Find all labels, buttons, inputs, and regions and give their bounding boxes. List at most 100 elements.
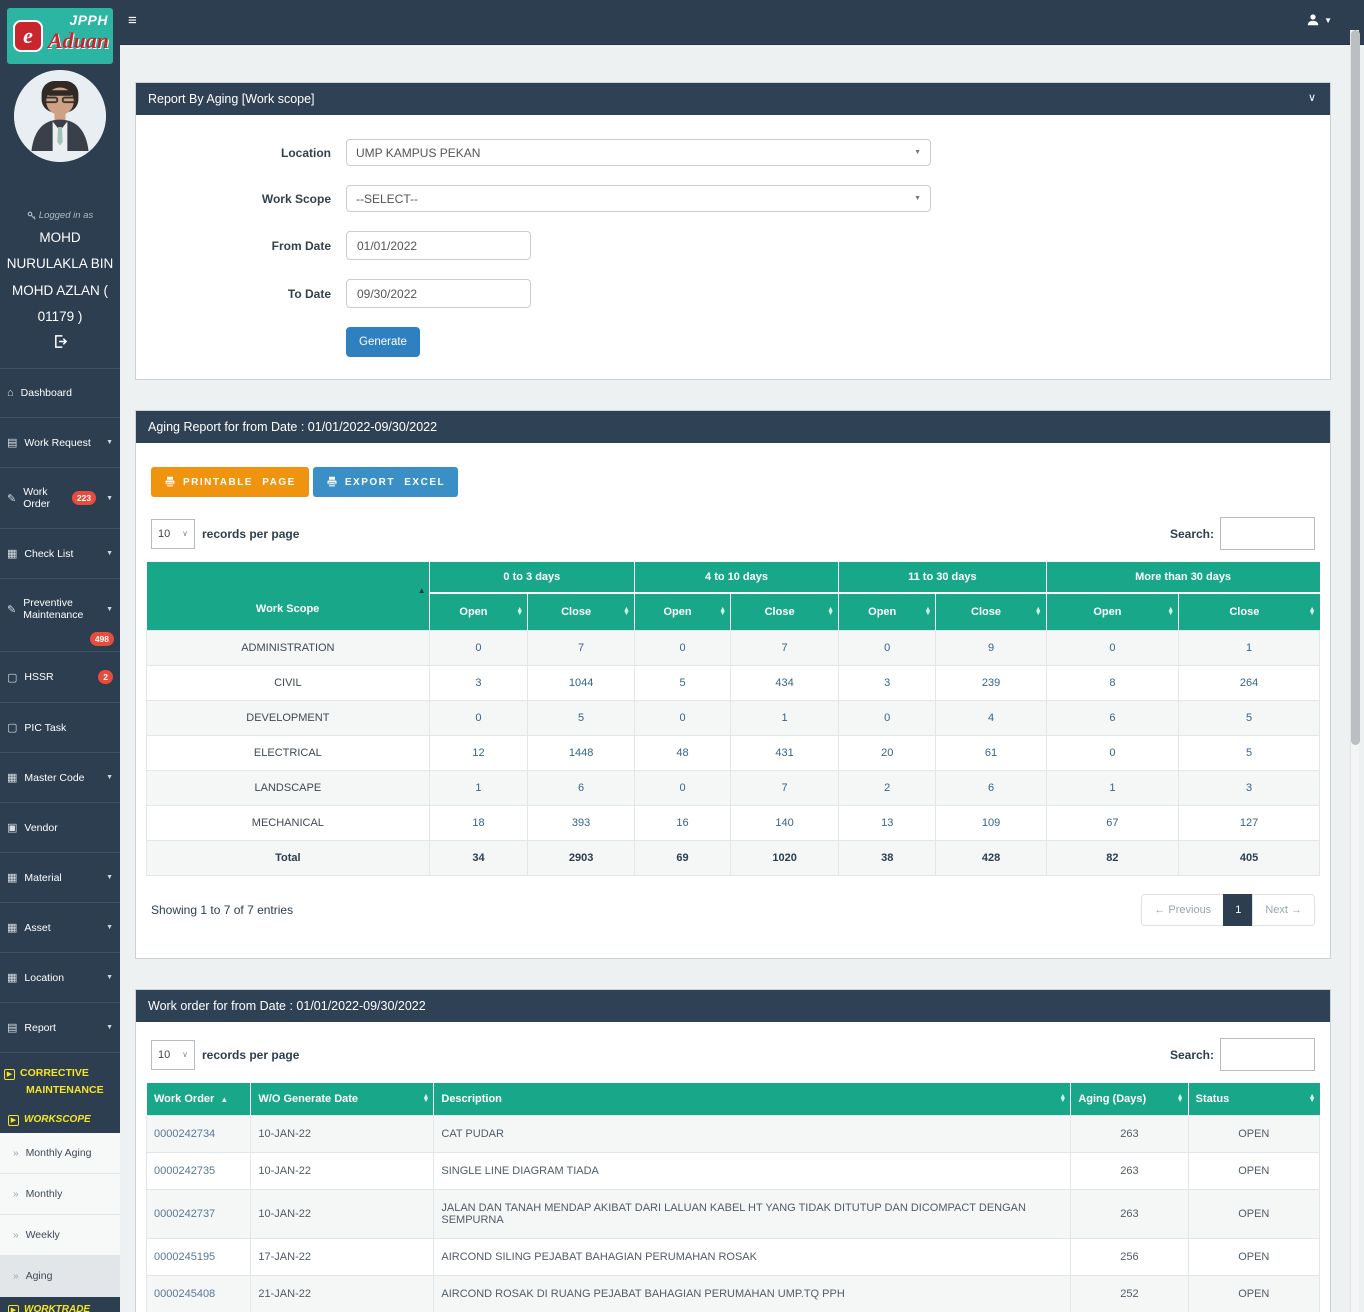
workscope-select[interactable]: --SELECT-- ▼ <box>346 185 931 212</box>
sidebar-item-dashboard[interactable]: ⌂ Dashboard <box>0 369 120 419</box>
description-cell: AIRCOND ROSAK DI RUANG PEJABAT BAHAGIAN … <box>433 1275 1072 1312</box>
edit-icon: ✎ <box>7 603 17 616</box>
value-cell: 5 <box>1178 735 1320 771</box>
column-header-status[interactable]: Status ▲ ▼ <box>1187 1083 1320 1116</box>
scrollbar-track[interactable] <box>1350 30 1360 1312</box>
collapse-icon[interactable]: ∨ <box>1308 91 1316 104</box>
sidebar-subitem-workscope-monthly-aging[interactable]: » Monthly Aging <box>0 1132 120 1174</box>
column-header-close[interactable]: Close ▲ ▼ <box>1178 593 1320 631</box>
chevron-down-icon: ▼ <box>106 439 113 447</box>
value-cell: 1 <box>428 770 529 806</box>
generate-date-cell: 10-JAN-22 <box>250 1115 435 1153</box>
aging-days-cell: 263 <box>1070 1152 1189 1190</box>
column-header-work-scope[interactable]: Work Scope ▲ <box>146 562 430 631</box>
workorder-search-input[interactable] <box>1220 1038 1315 1071</box>
value-cell: 1044 <box>527 665 635 701</box>
sidebar-item-label: Preventive Maintenance <box>23 597 84 622</box>
column-header-description[interactable]: Description ▲ ▼ <box>433 1083 1071 1116</box>
description-cell: CAT PUDAR <box>433 1115 1072 1153</box>
sidebar-item-hssr[interactable]: ▢ HSSR 2 <box>0 652 120 704</box>
work-order-link[interactable]: 0000242735 <box>145 1152 252 1190</box>
sidebar-group-label: WORKSCOPE <box>24 1113 91 1125</box>
column-header-close[interactable]: Close ▲ ▼ <box>935 593 1047 631</box>
aging-panel-title: Aging Report for from Date : 01/01/2022-… <box>148 420 438 434</box>
sidebar-item-preventive-maintenance[interactable]: ✎ Preventive Maintenance ▼ 498 <box>0 579 120 653</box>
aging-table-row: ADMINISTRATION 0 7 0 7 0 9 0 1 <box>146 630 1320 666</box>
location-select[interactable]: UMP KAMPUS PEKAN ▼ <box>346 139 931 166</box>
sidebar-subitem-workscope-aging[interactable]: » Aging <box>0 1255 120 1297</box>
value-cell: 428 <box>935 840 1047 876</box>
sidebar-subitem-workscope-monthly[interactable]: » Monthly <box>0 1173 120 1215</box>
hamburger-menu-icon[interactable]: ≡ <box>128 12 137 29</box>
printable-page-button[interactable]: PRINTABLE PAGE <box>151 467 309 497</box>
home-icon: ⌂ <box>7 387 14 400</box>
column-header-open[interactable]: Open ▲ ▼ <box>838 593 936 631</box>
value-cell: 405 <box>1178 840 1320 876</box>
work-scope-cell: CIVIL <box>146 665 430 701</box>
records-per-page-select[interactable]: 10 ∨ <box>151 1039 195 1070</box>
logout-icon[interactable] <box>0 334 120 354</box>
sidebar-item-asset[interactable]: ▦ Asset ▼ <box>0 903 120 954</box>
sidebar-item-master-code[interactable]: ▦ Master Code ▼ <box>0 753 120 804</box>
aging-table-row: DEVELOPMENT 0 5 0 1 0 4 6 5 <box>146 700 1320 736</box>
value-cell: 1 <box>1045 770 1180 806</box>
from-date-input[interactable]: 01/01/2022 <box>346 231 531 260</box>
column-header-open[interactable]: Open ▲ ▼ <box>1045 593 1179 631</box>
column-header-open[interactable]: Open ▲ ▼ <box>428 593 528 631</box>
sidebar-item-report[interactable]: ▤ Report ▼ <box>0 1003 120 1054</box>
sidebar-item-label: Master Code <box>24 771 85 784</box>
sidebar-item-work-order[interactable]: ✎ Work Order 223 ▼ <box>0 468 120 530</box>
file-icon: ▢ <box>7 671 18 684</box>
column-header-generate-date[interactable]: W/O Generate Date ▲ ▼ <box>250 1083 434 1116</box>
value-cell: 82 <box>1045 840 1180 876</box>
filter-panel-header: Report By Aging [Work scope] ∨ <box>136 83 1330 115</box>
work-order-link[interactable]: 0000245408 <box>145 1275 252 1312</box>
column-header-work-order[interactable]: Work Order ▲ <box>145 1083 251 1116</box>
column-header-close[interactable]: Close ▲ ▼ <box>730 593 839 631</box>
value-cell: 6 <box>1045 700 1180 736</box>
sidebar-item-pic-task[interactable]: ▢ PIC Task <box>0 703 120 754</box>
sidebar-item-vendor[interactable]: ▣ Vendor <box>0 803 120 854</box>
count-badge: 223 <box>71 491 97 506</box>
records-per-page-value: 10 <box>158 527 171 540</box>
status-cell: OPEN <box>1187 1189 1321 1239</box>
to-date-label: To Date <box>287 286 331 301</box>
work-order-link[interactable]: 0000242737 <box>145 1189 252 1239</box>
value-cell: 0 <box>1045 735 1180 771</box>
aging-table-row: MECHANICAL 18 393 16 140 13 109 67 127 <box>146 805 1320 841</box>
user-menu[interactable]: ▼ <box>1306 13 1332 27</box>
aging-table-row: CIVIL 3 1044 5 434 3 239 8 264 <box>146 665 1320 701</box>
sidebar-group-workscope[interactable]: ▶ WORKSCOPE <box>0 1106 120 1133</box>
export-excel-button[interactable]: EXPORT EXCEL <box>312 467 459 497</box>
work-order-link[interactable]: 0000245195 <box>145 1238 252 1276</box>
description-cell: AIRCOND SILING PEJABAT BAHAGIAN PERUMAHA… <box>433 1238 1072 1276</box>
pagination-previous[interactable]: ← Previous <box>1141 894 1225 926</box>
sidebar-item-corrective-maintenance[interactable]: ▶ CORRECTIVE MAINTENANCE <box>0 1053 120 1107</box>
aging-panel-header: Aging Report for from Date : 01/01/2022-… <box>136 411 1330 443</box>
column-header-close[interactable]: Close ▲ ▼ <box>527 593 635 631</box>
aging-search-input[interactable] <box>1220 517 1315 550</box>
pagination-next[interactable]: Next → <box>1252 894 1315 926</box>
column-header-aging-days[interactable]: Aging (Days) ▲ ▼ <box>1070 1083 1189 1116</box>
to-date-input[interactable]: 09/30/2022 <box>346 279 531 308</box>
work-order-link[interactable]: 0000242734 <box>145 1115 252 1153</box>
sidebar-item-material[interactable]: ▦ Material ▼ <box>0 853 120 904</box>
value-cell: 109 <box>935 805 1047 841</box>
sidebar-item-work-request[interactable]: ▤ Work Request ▼ <box>0 418 120 469</box>
pagination-page-1[interactable]: 1 <box>1223 894 1254 926</box>
chevron-down-icon: ▼ <box>106 974 113 982</box>
status-cell: OPEN <box>1187 1152 1321 1190</box>
column-header-open[interactable]: Open ▲ ▼ <box>633 593 731 631</box>
sidebar-subitem-workscope-weekly[interactable]: » Weekly <box>0 1214 120 1256</box>
description-cell: SINGLE LINE DIAGRAM TIADA <box>433 1152 1072 1190</box>
sidebar-item-location[interactable]: ▦ Location ▼ <box>0 953 120 1004</box>
app-logo[interactable]: e JPPH Aduan <box>7 8 113 64</box>
records-per-page-select[interactable]: 10 ∨ <box>151 518 195 549</box>
sidebar-item-check-list[interactable]: ▦ Check List ▼ <box>0 529 120 580</box>
scrollbar-thumb[interactable] <box>1351 30 1360 745</box>
search-label: Search: <box>1169 526 1214 541</box>
status-cell: OPEN <box>1187 1238 1321 1276</box>
generate-button[interactable]: Generate <box>346 327 420 357</box>
value-cell: 5 <box>1178 700 1320 736</box>
sidebar-group-worktrade[interactable]: ▶ WORKTRADE <box>0 1296 120 1312</box>
